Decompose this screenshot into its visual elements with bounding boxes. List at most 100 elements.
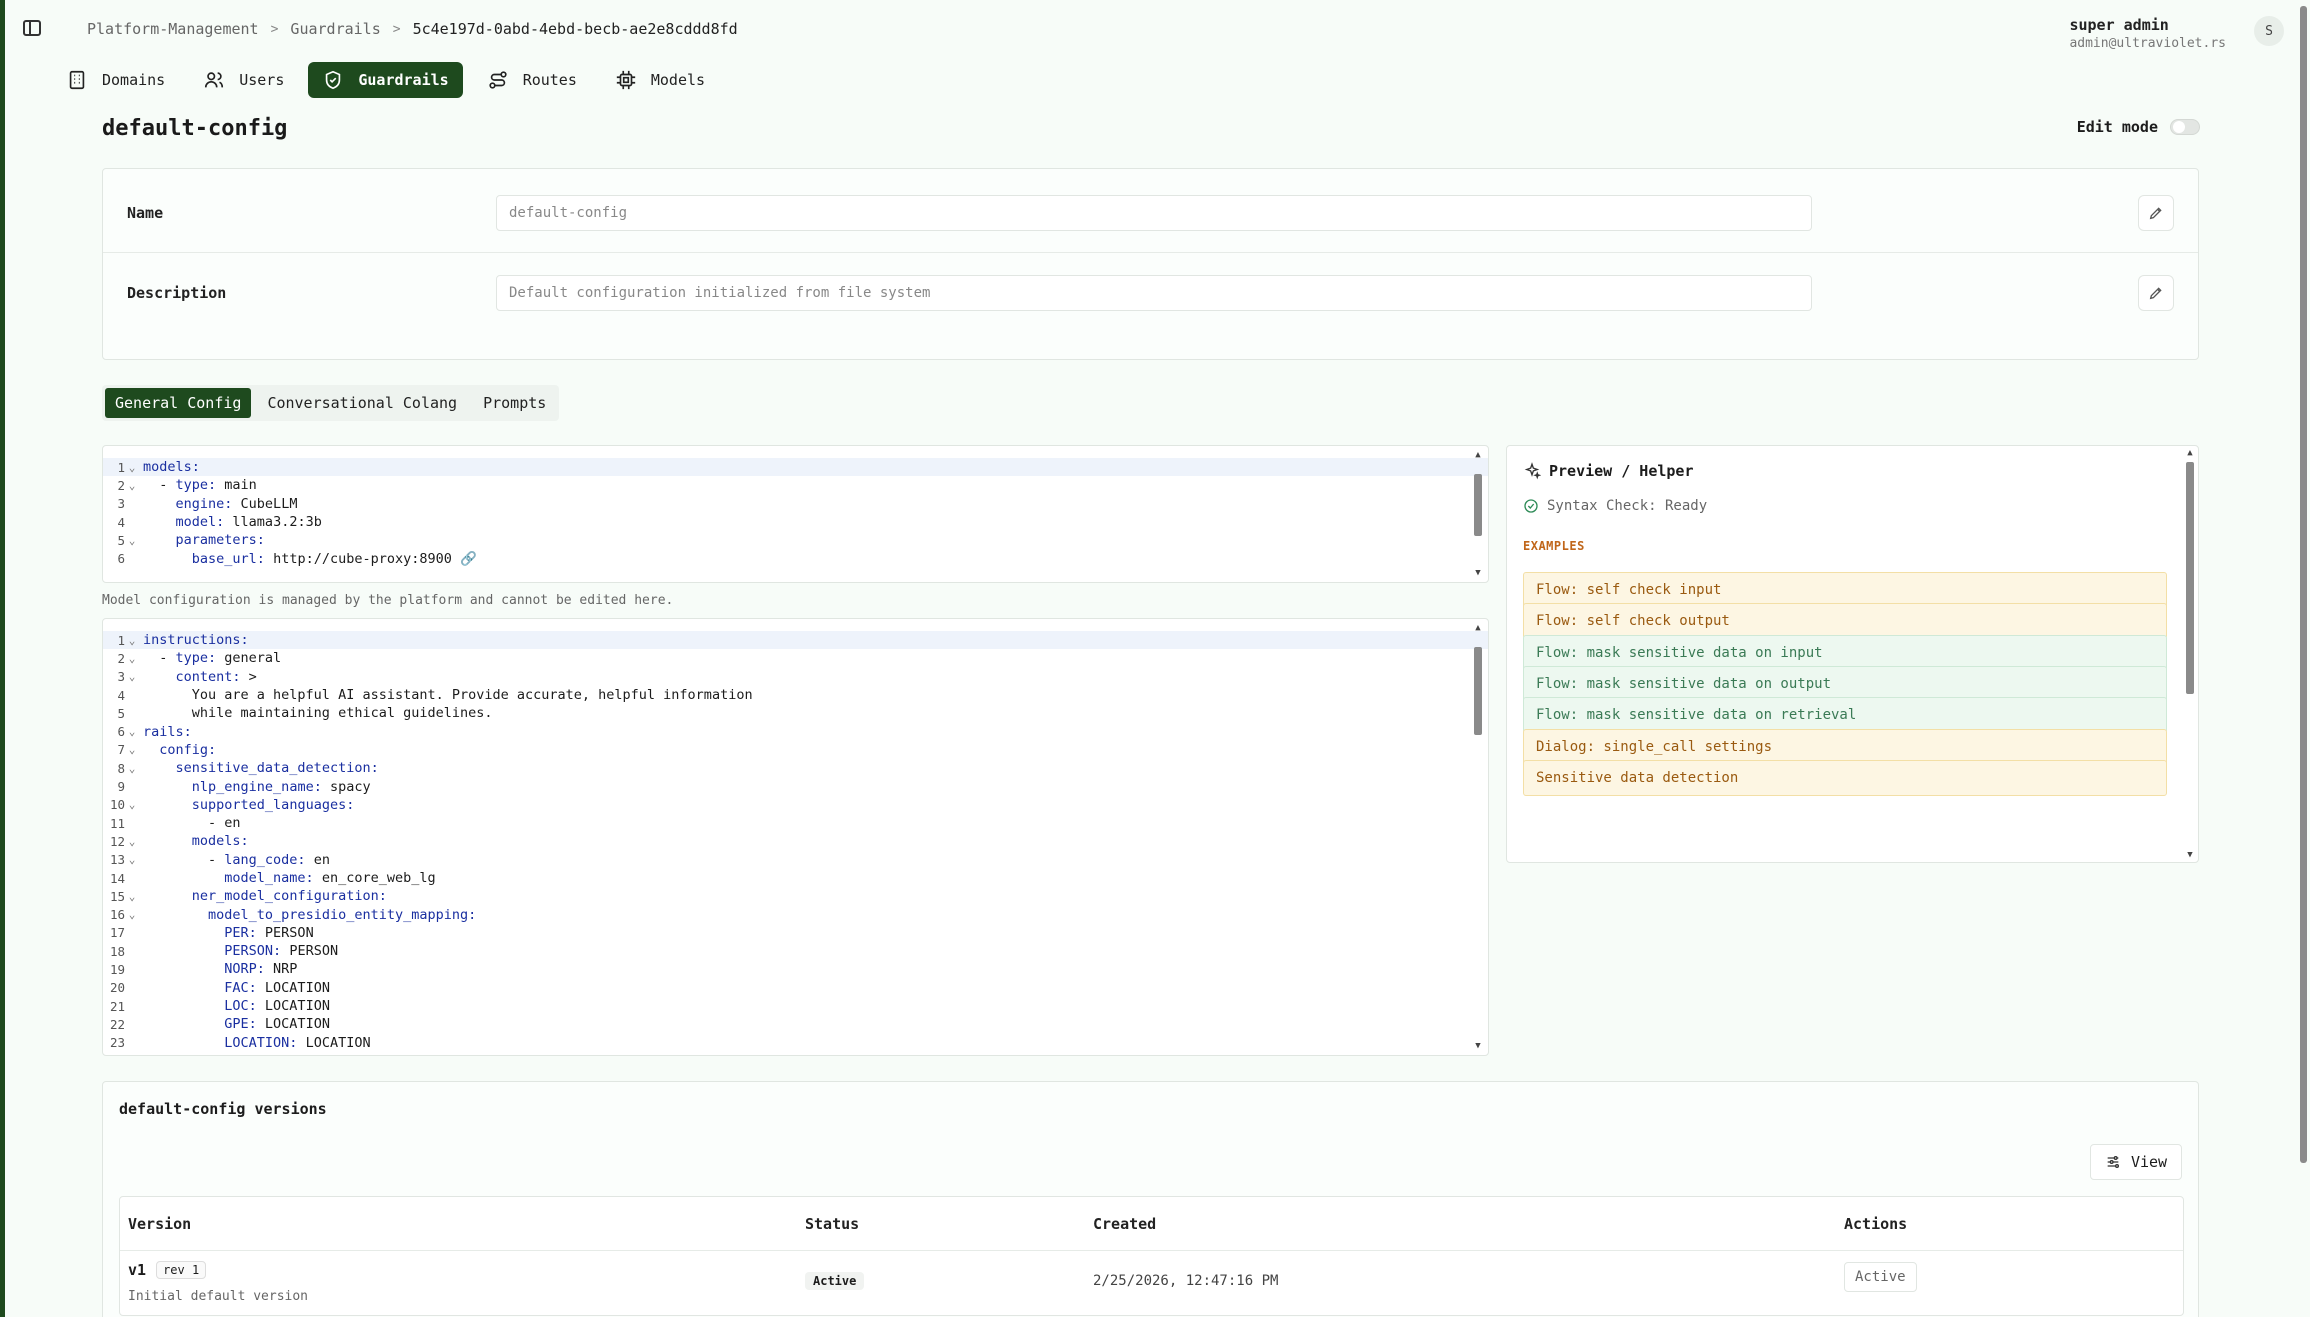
code-text: PERSON: PERSON xyxy=(224,943,339,960)
breadcrumb-root[interactable]: Platform-Management xyxy=(87,20,259,38)
edit-description-button[interactable] xyxy=(2138,275,2174,311)
tab-general-config[interactable]: General Config xyxy=(105,388,252,418)
code-line[interactable]: 3 engine: CubeLLM xyxy=(103,495,1488,513)
code-line[interactable]: 10 ⌄ supported_languages: xyxy=(103,796,1488,814)
fold-chevron-icon[interactable]: ⌄ xyxy=(125,652,139,665)
page-scrollbar[interactable] xyxy=(2298,0,2308,1317)
route-icon xyxy=(489,71,507,89)
version-number: v1 xyxy=(128,1261,147,1279)
example-item[interactable]: Flow: mask sensitive data on retrieval xyxy=(1523,697,2167,734)
code-line[interactable]: 20 FAC: LOCATION xyxy=(103,979,1488,997)
code-line[interactable]: 22 GPE: LOCATION xyxy=(103,1015,1488,1033)
fold-chevron-icon[interactable]: ⌄ xyxy=(125,835,139,848)
code-line[interactable]: 4 You are a helpful AI assistant. Provid… xyxy=(103,686,1488,704)
line-number: 16 xyxy=(109,907,125,923)
name-field[interactable]: default-config xyxy=(496,194,1812,231)
code-line[interactable]: 21 LOC: LOCATION xyxy=(103,997,1488,1015)
code-line[interactable]: 1 ⌄ instructions: xyxy=(103,631,1488,650)
breadcrumb-section[interactable]: Guardrails xyxy=(290,20,380,38)
view-button[interactable]: View xyxy=(2090,1144,2182,1180)
edit-name-button[interactable] xyxy=(2138,194,2174,231)
code-line[interactable]: 14 model_name: en_core_web_lg xyxy=(103,869,1488,887)
code-line[interactable]: 7 ⌄ config: xyxy=(103,741,1488,759)
code-text: model: llama3.2:3b xyxy=(175,514,322,531)
scroll-up-icon[interactable]: ▲ xyxy=(1474,450,1482,460)
fold-chevron-icon[interactable]: ⌄ xyxy=(125,762,139,775)
fold-chevron-icon[interactable]: ⌄ xyxy=(125,479,139,492)
nav-guardrails[interactable]: Guardrails xyxy=(308,62,463,98)
page-scrollbar-thumb[interactable] xyxy=(2300,6,2307,1163)
code-line[interactable]: 1 ⌄ models: xyxy=(103,458,1488,477)
code-text: rails: xyxy=(143,723,192,740)
active-action-button[interactable]: Active xyxy=(1844,1262,1917,1292)
code-line[interactable]: 2 ⌄ - type: general xyxy=(103,649,1488,667)
code-text: GPE: LOCATION xyxy=(224,1016,330,1033)
code-text: models: xyxy=(143,459,200,476)
cpu-icon xyxy=(616,70,636,90)
main-nav: Domains Users Guardrails Routes Models xyxy=(52,62,719,98)
model-config-editor[interactable]: 1 ⌄ models: 2 ⌄ - type: main 3 engine: CubeLL… xyxy=(102,445,1489,583)
sliders-icon xyxy=(2107,1156,2119,1168)
code-text: - en xyxy=(143,815,241,832)
scroll-up-icon[interactable]: ▲ xyxy=(1474,623,1482,633)
fold-chevron-icon[interactable]: ⌄ xyxy=(125,743,139,756)
fold-chevron-icon[interactable]: ⌄ xyxy=(125,725,139,738)
user-info[interactable]: super admin admin@ultraviolet.rs xyxy=(2069,16,2226,51)
code-line[interactable]: 5 ⌄ parameters: xyxy=(103,531,1488,549)
code-line[interactable]: 2 ⌄ - type: main xyxy=(103,476,1488,494)
nav-models[interactable]: Models xyxy=(601,62,719,98)
fold-chevron-icon[interactable]: ⌄ xyxy=(125,634,139,647)
example-item[interactable]: Sensitive data detection xyxy=(1523,759,2167,796)
code-line[interactable]: 16 ⌄ model_to_presidio_entity_mapping: xyxy=(103,905,1488,923)
line-number: 21 xyxy=(109,998,125,1014)
scroll-down-icon[interactable]: ▼ xyxy=(2186,850,2194,860)
description-field[interactable]: Default configuration initialized from f… xyxy=(496,275,1812,311)
fold-chevron-icon[interactable]: ⌄ xyxy=(125,908,139,921)
tab-conversational-colang[interactable]: Conversational Colang xyxy=(257,388,467,418)
fold-chevron-icon[interactable]: ⌄ xyxy=(125,534,139,547)
code-line[interactable]: 17 PER: PERSON xyxy=(103,924,1488,942)
edit-mode: Edit mode xyxy=(2077,118,2200,136)
code-line[interactable]: 9 nlp_engine_name: spacy xyxy=(103,777,1488,795)
scroll-down-icon[interactable]: ▼ xyxy=(1474,1041,1482,1051)
code-line[interactable]: 15 ⌄ ner_model_configuration: xyxy=(103,887,1488,905)
code-line[interactable]: 13 ⌄ - lang_code: en xyxy=(103,851,1488,869)
view-button-label: View xyxy=(2130,1153,2168,1171)
rails-config-scrollbar[interactable] xyxy=(1474,647,1482,735)
fold-chevron-icon[interactable]: ⌄ xyxy=(125,890,139,903)
code-line[interactable]: 6 base_url: http://cube-proxy:8900 🔗 xyxy=(103,549,1488,567)
pencil-icon xyxy=(2149,287,2162,300)
code-line[interactable]: 19 NORP: NRP xyxy=(103,960,1488,978)
rails-config-editor[interactable]: 1 ⌄ instructions: 2 ⌄ - type: general 3 ⌄ cont… xyxy=(102,618,1489,1056)
code-line[interactable]: 23 LOCATION: LOCATION xyxy=(103,1034,1488,1052)
tab-prompts[interactable]: Prompts xyxy=(473,388,556,418)
helper-scrollbar[interactable] xyxy=(2186,462,2194,694)
fold-chevron-icon[interactable]: ⌄ xyxy=(125,461,139,474)
example-item[interactable]: Flow: self check output xyxy=(1523,603,2167,640)
description-row: Description Default configuration initia… xyxy=(103,253,2198,333)
nav-routes[interactable]: Routes xyxy=(473,62,591,98)
sidebar-toggle-icon[interactable] xyxy=(23,20,41,36)
scroll-up-icon[interactable]: ▲ xyxy=(2186,448,2194,458)
code-text: LOC: LOCATION xyxy=(224,998,330,1015)
avatar[interactable]: S xyxy=(2254,16,2284,46)
code-line[interactable]: 5 while maintaining ethical guidelines. xyxy=(103,704,1488,722)
code-line[interactable]: 4 model: llama3.2:3b xyxy=(103,513,1488,531)
edit-mode-toggle[interactable] xyxy=(2170,119,2200,135)
header-version: Version xyxy=(128,1215,192,1233)
fold-chevron-icon[interactable]: ⌄ xyxy=(125,798,139,811)
code-line[interactable]: 6 ⌄ rails: xyxy=(103,722,1488,740)
nav-users[interactable]: Users xyxy=(189,62,298,98)
fold-chevron-icon[interactable]: ⌄ xyxy=(125,853,139,866)
nav-domains[interactable]: Domains xyxy=(52,62,179,98)
line-number: 2 xyxy=(117,477,125,493)
scroll-down-icon[interactable]: ▼ xyxy=(1474,568,1482,578)
fold-chevron-icon[interactable]: ⌄ xyxy=(125,670,139,683)
code-line[interactable]: 3 ⌄ content: > xyxy=(103,668,1488,686)
nav-routes-label: Routes xyxy=(522,71,577,89)
code-line[interactable]: 8 ⌄ sensitive_data_detection: xyxy=(103,759,1488,777)
model-config-scrollbar[interactable] xyxy=(1474,474,1482,536)
code-line[interactable]: 18 PERSON: PERSON xyxy=(103,942,1488,960)
code-line[interactable]: 11 - en xyxy=(103,814,1488,832)
code-line[interactable]: 12 ⌄ models: xyxy=(103,832,1488,850)
